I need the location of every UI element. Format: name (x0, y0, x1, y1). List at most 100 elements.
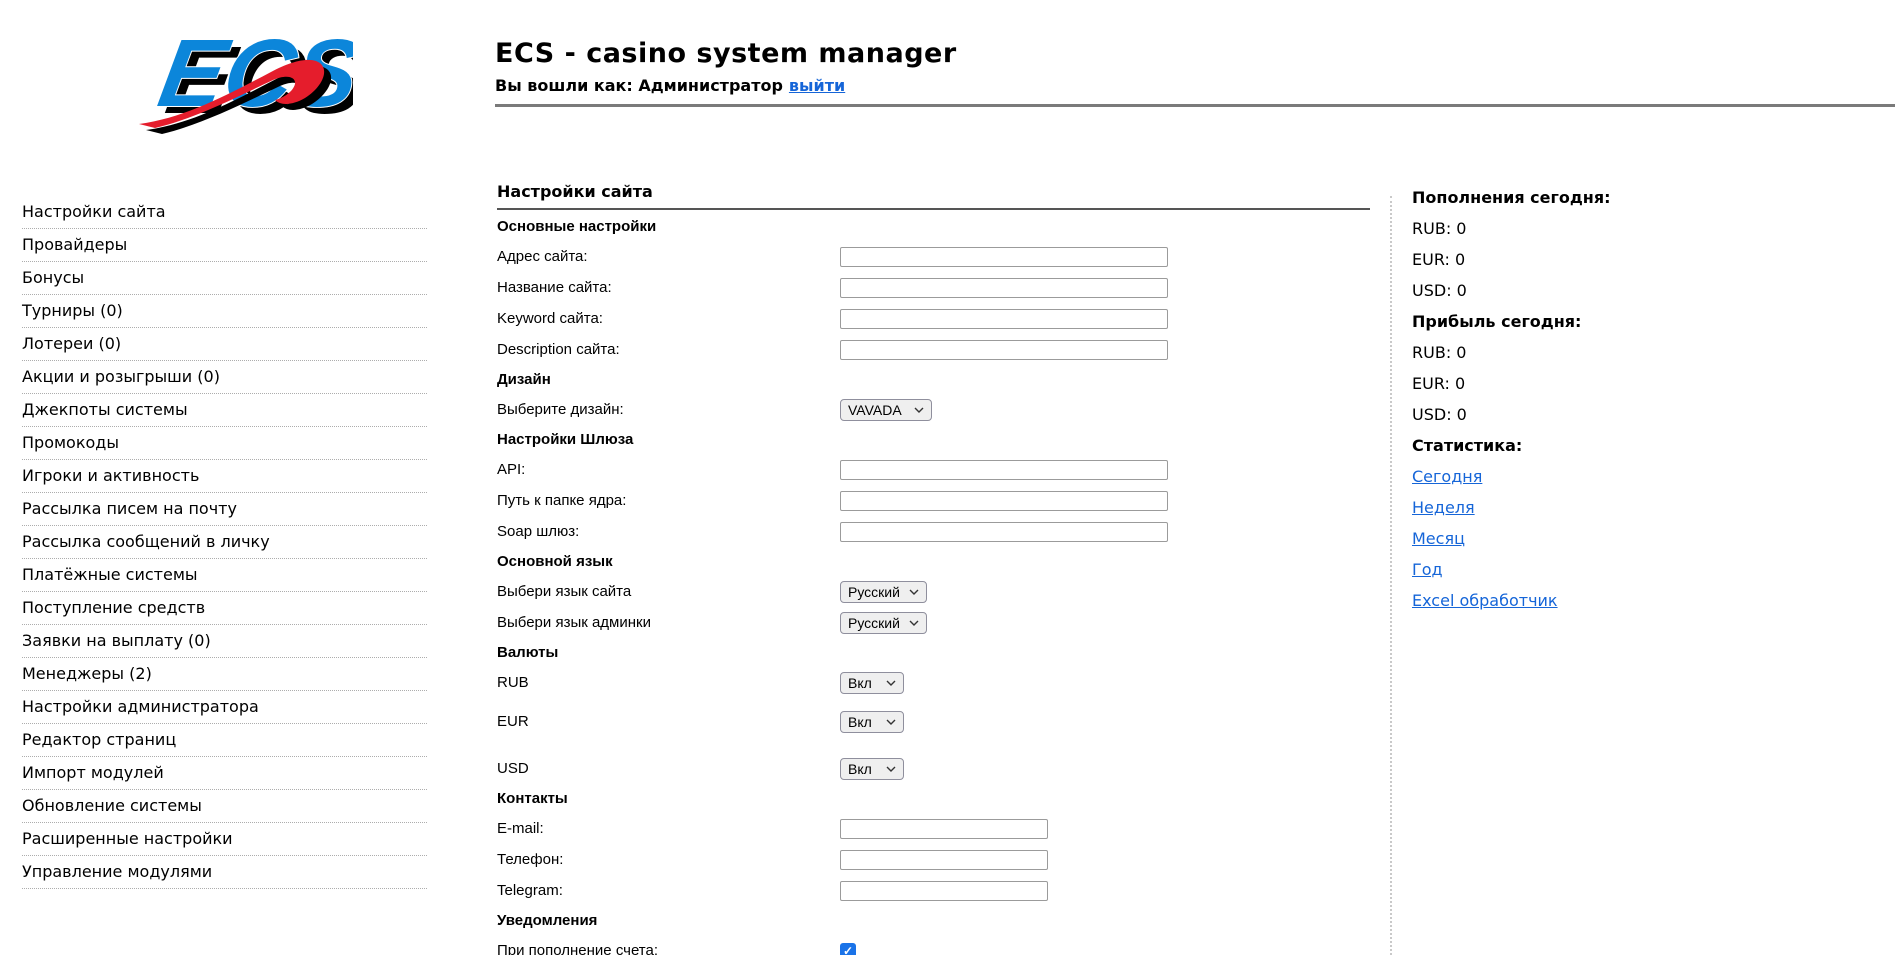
eur-label: EUR (497, 713, 529, 730)
sidebar-item-site-settings[interactable]: Настройки сайта (22, 196, 427, 229)
stats-link-year[interactable]: Год (1412, 560, 1443, 579)
header-divider (495, 104, 1895, 107)
site-description-label: Description сайта: (497, 341, 620, 358)
eur-select[interactable]: Вкл (840, 710, 904, 733)
telegram-input[interactable] (840, 880, 1048, 901)
sidebar-item-bonuses[interactable]: Бонусы (22, 262, 427, 295)
section-heading-language: Основной язык (497, 553, 613, 570)
email-input[interactable] (840, 818, 1048, 839)
main-title: Настройки сайта (497, 182, 653, 201)
eur-select-value: Вкл (848, 713, 872, 730)
chevron-down-icon (909, 589, 919, 595)
sidebar-item-admin-settings[interactable]: Настройки администратора (22, 691, 427, 724)
stats-link-week[interactable]: Неделя (1412, 498, 1475, 517)
site-name-label: Название сайта: (497, 279, 612, 296)
telegram-field: Telegram: (497, 875, 1370, 906)
sidebar-item-advanced-settings[interactable]: Расширенные настройки (22, 823, 427, 856)
chevron-down-icon (886, 719, 896, 725)
stats-link-month[interactable]: Месяц (1412, 529, 1465, 548)
telegram-label: Telegram: (497, 882, 563, 899)
phone-field: Телефон: (497, 844, 1370, 875)
section-heading-basic: Основные настройки (497, 218, 657, 235)
site-address-label: Адрес сайта: (497, 248, 588, 265)
sidebar-item-payment-systems[interactable]: Платёжные системы (22, 559, 427, 592)
core-path-label: Путь к папке ядра: (497, 492, 627, 509)
design-select-value: VAVADA (848, 401, 902, 418)
sidebar-item-tournaments[interactable]: Турниры (0) (22, 295, 427, 328)
eur-field: EUR Вкл (497, 706, 1370, 737)
chevron-down-icon (914, 407, 924, 413)
statistics-title: Статистика: (1412, 436, 1523, 455)
deposit-notify-checkbox[interactable]: ✓ (840, 942, 856, 955)
login-status: Вы вошли как: Администратор (495, 76, 783, 95)
sidebar-item-incoming-funds[interactable]: Поступление средств (22, 592, 427, 625)
soap-label: Soap шлюз: (497, 523, 580, 540)
sidebar-item-page-editor[interactable]: Редактор страниц (22, 724, 427, 757)
sidebar-item-module-management[interactable]: Управление модулями (22, 856, 427, 889)
main-title-divider (497, 208, 1370, 210)
sidebar-item-providers[interactable]: Провайдеры (22, 229, 427, 262)
currency-value: 0 (1456, 281, 1467, 300)
page-title: ECS - casino system manager (495, 38, 957, 69)
sidebar-item-email-mailing[interactable]: Рассылка писем на почту (22, 493, 427, 526)
site-description-input[interactable] (840, 339, 1168, 360)
site-lang-select[interactable]: Русский (840, 580, 927, 603)
section-heading-currencies: Валюты (497, 644, 559, 661)
currency-code: RUB (1412, 343, 1456, 362)
site-lang-field: Выбери язык сайта Русский (497, 576, 1370, 607)
deposit-notify-field: При пополнение счета: ✓ (497, 935, 1370, 955)
admin-lang-select-value: Русский (848, 614, 900, 631)
site-description-field: Description сайта: (497, 334, 1370, 365)
sidebar-menu: Настройки сайта Провайдеры Бонусы Турнир… (22, 196, 427, 889)
design-field: Выберите дизайн: VAVADA (497, 394, 1370, 425)
site-name-input[interactable] (840, 277, 1168, 298)
rub-field: RUB Вкл (497, 667, 1370, 698)
stats-link-excel-handler[interactable]: Excel обработчик (1412, 591, 1558, 610)
currency-code: EUR (1412, 374, 1455, 393)
sidebar-item-pm-mailing[interactable]: Рассылка сообщений в личку (22, 526, 427, 559)
sidebar-item-players-activity[interactable]: Игроки и активность (22, 460, 427, 493)
email-field: E-mail: (497, 813, 1370, 844)
sidebar-item-payout-requests[interactable]: Заявки на выплату (0) (22, 625, 427, 658)
deposits-usd: USD0 (1412, 275, 1742, 306)
site-lang-select-value: Русский (848, 583, 900, 600)
currency-value: 0 (1456, 343, 1467, 362)
section-heading-notifications: Уведомления (497, 912, 598, 929)
soap-input[interactable] (840, 521, 1168, 542)
sidebar-item-promotions[interactable]: Акции и розыгрыши (0) (22, 361, 427, 394)
usd-select[interactable]: Вкл (840, 757, 904, 780)
profit-today-title: Прибыль сегодня: (1412, 312, 1582, 331)
stats-link-today[interactable]: Сегодня (1412, 467, 1482, 486)
site-address-input[interactable] (840, 246, 1168, 267)
profit-eur: EUR0 (1412, 368, 1742, 399)
phone-input[interactable] (840, 849, 1048, 870)
sidebar-item-jackpots[interactable]: Джекпоты системы (22, 394, 427, 427)
rub-select[interactable]: Вкл (840, 671, 904, 694)
chevron-down-icon (909, 620, 919, 626)
sidebar-item-module-import[interactable]: Импорт модулей (22, 757, 427, 790)
logout-link[interactable]: выйти (789, 76, 845, 95)
page: ECS ECS ECS - casino system manager Вы в… (0, 0, 1903, 955)
api-label: API: (497, 461, 526, 478)
sidebar-item-system-update[interactable]: Обновление системы (22, 790, 427, 823)
currency-value: 0 (1454, 250, 1466, 269)
rub-select-value: Вкл (848, 674, 872, 691)
site-settings-form: Настройки сайта Основные настройки Адрес… (497, 182, 1370, 955)
usd-label: USD (497, 760, 529, 777)
currency-code: EUR (1412, 250, 1455, 269)
site-keyword-input[interactable] (840, 308, 1168, 329)
content-divider (1390, 196, 1392, 955)
core-path-input[interactable] (840, 490, 1168, 511)
api-input[interactable] (840, 459, 1168, 480)
design-select[interactable]: VAVADA (840, 398, 932, 421)
sidebar-item-managers[interactable]: Менеджеры (2) (22, 658, 427, 691)
admin-lang-select[interactable]: Русский (840, 611, 927, 634)
site-name-field: Название сайта: (497, 272, 1370, 303)
checkmark-icon: ✓ (842, 943, 854, 955)
chevron-down-icon (886, 680, 896, 686)
api-field: API: (497, 454, 1370, 485)
sidebar-item-promocodes[interactable]: Промокоды (22, 427, 427, 460)
deposits-today-title: Пополнения сегодня: (1412, 188, 1611, 207)
currency-code: RUB (1412, 219, 1456, 238)
sidebar-item-lotteries[interactable]: Лотереи (0) (22, 328, 427, 361)
